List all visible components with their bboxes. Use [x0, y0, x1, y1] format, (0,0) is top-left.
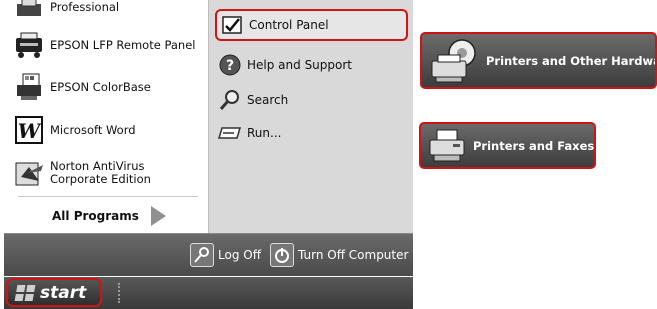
printer-icon [12, 0, 46, 24]
norton-icon [12, 156, 46, 190]
start-menu-left-pane: Professional EPSON LFP Remote Panel EPSO… [4, 0, 208, 233]
search-icon [217, 87, 243, 113]
start-menu-bottom-bar: Log Off Turn Off Computer [4, 233, 413, 276]
start-menu-right-pane: Control Panel ? Help and Support Search … [208, 0, 413, 233]
windows-logo-icon [14, 284, 36, 301]
control-panel-icon [219, 12, 245, 38]
program-item-epson-lfp-remote-panel[interactable]: EPSON LFP Remote Panel [12, 26, 195, 64]
run-menu-item[interactable]: Run... [217, 119, 281, 147]
svg-text:?: ? [226, 58, 234, 74]
log-off-button[interactable]: Log Off [190, 242, 261, 268]
epson-colorbase-icon [12, 70, 46, 104]
program-item-professional[interactable]: Professional [12, 0, 119, 26]
arrow-right-icon [150, 206, 166, 226]
taskbar: start [4, 277, 413, 309]
control-panel-menu-item[interactable]: Control Panel [215, 9, 408, 41]
power-icon [270, 243, 294, 267]
program-item-norton-antivirus[interactable]: Norton AntiVirus Corporate Edition [12, 154, 200, 192]
printer-fax-icon [427, 127, 467, 165]
printers-and-other-hardware-category[interactable]: Printers and Other Hardware [420, 32, 657, 89]
program-item-epson-colorbase[interactable]: EPSON ColorBase [12, 68, 151, 106]
turn-off-computer-button[interactable]: Turn Off Computer [270, 242, 408, 268]
run-icon [217, 120, 243, 146]
start-menu: Professional EPSON LFP Remote Panel EPSO… [4, 0, 413, 276]
key-icon [190, 243, 214, 267]
printer-hardware-icon [428, 37, 480, 85]
printers-and-faxes-category[interactable]: Printers and Faxes [419, 122, 596, 169]
left-pane-separator [18, 196, 198, 197]
start-button[interactable]: start [6, 278, 102, 307]
taskbar-grip[interactable] [118, 283, 122, 303]
word-icon: W [12, 113, 46, 147]
all-programs-button[interactable]: All Programs [52, 202, 166, 230]
help-icon: ? [217, 52, 243, 78]
program-item-microsoft-word[interactable]: W Microsoft Word [12, 111, 136, 149]
search-menu-item[interactable]: Search [217, 86, 288, 114]
epson-lfp-icon [12, 28, 46, 62]
svg-text:W: W [18, 119, 43, 143]
help-and-support-menu-item[interactable]: ? Help and Support [217, 51, 352, 79]
